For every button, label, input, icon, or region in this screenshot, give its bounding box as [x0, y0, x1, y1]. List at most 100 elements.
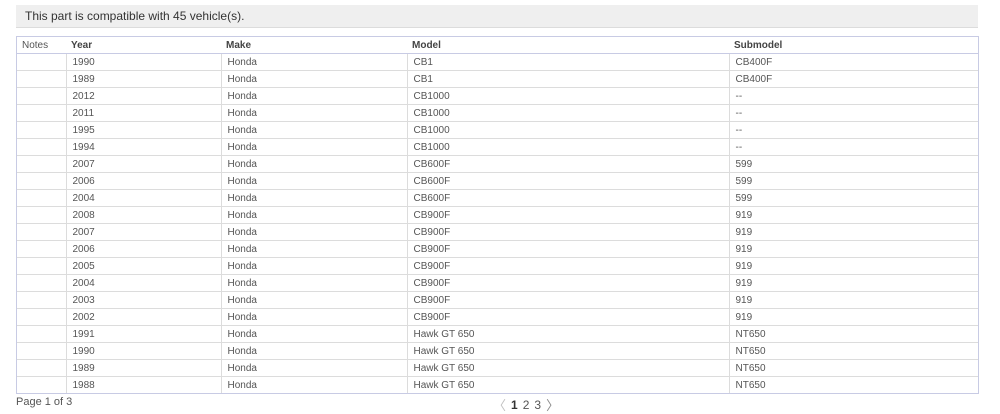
- cell-year: 1990: [65, 53, 221, 71]
- table-row: 2005 Honda CB900F 919: [17, 257, 978, 275]
- table-row: 2004 Honda CB600F 599: [17, 189, 978, 207]
- cell-year: 2012: [65, 87, 221, 105]
- cell-make: Honda: [220, 325, 407, 343]
- cell-notes: [17, 189, 66, 207]
- cell-make: Honda: [220, 189, 407, 207]
- cell-year: 1991: [65, 325, 221, 343]
- cell-notes: [17, 54, 66, 71]
- table-row: 2002 Honda CB900F 919: [17, 308, 978, 326]
- column-header-notes[interactable]: Notes: [17, 37, 66, 54]
- cell-model: Hawk GT 650: [406, 325, 729, 343]
- cell-notes: [17, 274, 66, 292]
- cell-make: Honda: [220, 359, 407, 377]
- chevron-right-icon[interactable]: 〉: [546, 395, 559, 414]
- cell-model: Hawk GT 650: [406, 376, 729, 393]
- cell-submodel: NT650: [728, 376, 978, 393]
- cell-submodel: --: [728, 138, 978, 156]
- cell-make: Honda: [220, 308, 407, 326]
- cell-model: Hawk GT 650: [406, 342, 729, 360]
- cell-notes: [17, 70, 66, 88]
- cell-model: CB1000: [406, 138, 729, 156]
- page-link-3[interactable]: 3: [534, 398, 541, 412]
- cell-year: 2004: [65, 274, 221, 292]
- cell-year: 1994: [65, 138, 221, 156]
- cell-make: Honda: [220, 172, 407, 190]
- cell-make: Honda: [220, 223, 407, 241]
- cell-year: 2004: [65, 189, 221, 207]
- cell-submodel: CB400F: [728, 70, 978, 88]
- cell-make: Honda: [220, 206, 407, 224]
- cell-year: 2002: [65, 308, 221, 326]
- cell-submodel: 599: [728, 172, 978, 190]
- page-link-1[interactable]: 1: [511, 398, 518, 412]
- table-row: 2003 Honda CB900F 919: [17, 291, 978, 309]
- cell-year: 1989: [65, 70, 221, 88]
- cell-submodel: 919: [728, 257, 978, 275]
- column-header-year[interactable]: Year: [66, 37, 221, 54]
- table-row: 2007 Honda CB900F 919: [17, 223, 978, 241]
- cell-notes: [17, 342, 66, 360]
- cell-model: CB900F: [406, 291, 729, 309]
- cell-notes: [17, 155, 66, 173]
- table-row: 1991 Honda Hawk GT 650 NT650: [17, 325, 978, 343]
- cell-submodel: 919: [728, 240, 978, 258]
- cell-make: Honda: [220, 342, 407, 360]
- table-row: 2007 Honda CB600F 599: [17, 155, 978, 173]
- cell-submodel: 599: [728, 155, 978, 173]
- cell-notes: [17, 104, 66, 122]
- column-header-make[interactable]: Make: [221, 37, 407, 54]
- cell-model: CB600F: [406, 189, 729, 207]
- table-row: 2012 Honda CB1000 --: [17, 87, 978, 105]
- cell-submodel: CB400F: [728, 53, 978, 71]
- cell-year: 2006: [65, 240, 221, 258]
- chevron-left-icon[interactable]: 〈: [493, 395, 506, 414]
- cell-notes: [17, 325, 66, 343]
- cell-year: 2006: [65, 172, 221, 190]
- cell-notes: [17, 257, 66, 275]
- table-row: 1994 Honda CB1000 --: [17, 138, 978, 156]
- cell-notes: [17, 206, 66, 224]
- cell-notes: [17, 172, 66, 190]
- cell-make: Honda: [220, 87, 407, 105]
- table-row: 2006 Honda CB600F 599: [17, 172, 978, 190]
- cell-make: Honda: [220, 257, 407, 275]
- cell-submodel: --: [728, 121, 978, 139]
- cell-model: CB600F: [406, 172, 729, 190]
- table-body: 1990 Honda CB1 CB400F 1989 Honda CB1 CB400F 2012…: [17, 53, 978, 393]
- page-info: Page 1 of 3: [16, 396, 73, 408]
- cell-model: CB600F: [406, 155, 729, 173]
- table-row: 2006 Honda CB900F 919: [17, 240, 978, 258]
- table-header-row: Notes Year Make Model Submodel: [17, 37, 978, 54]
- table-row: 1989 Honda CB1 CB400F: [17, 70, 978, 88]
- cell-make: Honda: [220, 70, 407, 88]
- cell-submodel: 919: [728, 206, 978, 224]
- table-row: 2011 Honda CB1000 --: [17, 104, 978, 122]
- cell-model: Hawk GT 650: [406, 359, 729, 377]
- column-header-model[interactable]: Model: [407, 37, 729, 54]
- cell-model: CB1: [406, 70, 729, 88]
- table-row: 2008 Honda CB900F 919: [17, 206, 978, 224]
- cell-model: CB900F: [406, 308, 729, 326]
- pagination: 〈 1 2 3 〉: [493, 395, 559, 414]
- cell-notes: [17, 87, 66, 105]
- cell-notes: [17, 291, 66, 309]
- cell-notes: [17, 308, 66, 326]
- cell-make: Honda: [220, 138, 407, 156]
- cell-notes: [17, 121, 66, 139]
- cell-make: Honda: [220, 104, 407, 122]
- cell-year: 1989: [65, 359, 221, 377]
- cell-submodel: 919: [728, 308, 978, 326]
- compatibility-table-container: Notes Year Make Model Submodel 1990 Honda…: [16, 36, 979, 394]
- table-row: 1990 Honda CB1 CB400F: [17, 53, 978, 71]
- cell-year: 2007: [65, 223, 221, 241]
- cell-make: Honda: [220, 53, 407, 71]
- cell-model: CB900F: [406, 274, 729, 292]
- column-header-submodel[interactable]: Submodel: [729, 37, 978, 54]
- table-row: 1990 Honda Hawk GT 650 NT650: [17, 342, 978, 360]
- page-link-2[interactable]: 2: [523, 398, 530, 412]
- cell-model: CB900F: [406, 257, 729, 275]
- cell-make: Honda: [220, 274, 407, 292]
- cell-submodel: NT650: [728, 325, 978, 343]
- cell-submodel: 919: [728, 223, 978, 241]
- cell-submodel: NT650: [728, 342, 978, 360]
